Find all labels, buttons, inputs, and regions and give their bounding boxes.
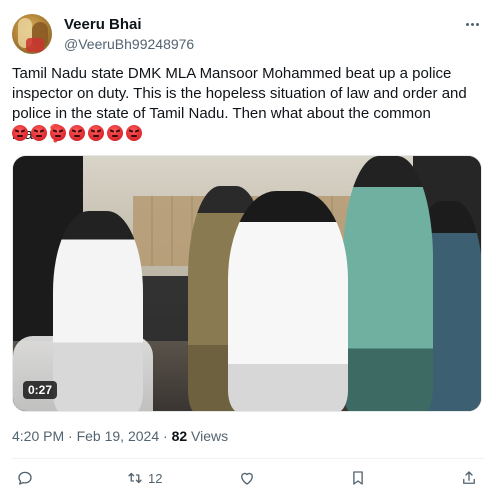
angry-face-emoji: [107, 125, 123, 141]
heart-icon: [241, 472, 253, 485]
repost-button[interactable]: 12: [126, 466, 162, 490]
angry-face-emoji: [88, 125, 104, 141]
reply-icon: [18, 471, 32, 485]
tweet-meta: 4:20 PM · Feb 19, 2024 · 82 Views: [12, 427, 228, 445]
like-button[interactable]: [238, 466, 256, 490]
avatar[interactable]: [12, 14, 52, 54]
angry-face-emoji: [69, 125, 85, 141]
meta-separator-2: ·: [163, 428, 168, 444]
angry-face-emoji: [12, 125, 28, 141]
author-display-name[interactable]: Veeru Bhai: [64, 16, 194, 34]
angry-face-emoji: [50, 125, 66, 141]
tweet-header: Veeru Bhai @VeeruBh99248976: [12, 14, 484, 58]
action-bar: 12: [12, 466, 484, 490]
repost-count: 12: [148, 470, 163, 486]
tweet-time[interactable]: 4:20 PM: [12, 428, 64, 444]
video-thumbnail: [13, 156, 481, 411]
views-label: Views: [191, 428, 229, 444]
tweet-card: Veeru Bhai @VeeruBh99248976 Tamil Nadu s…: [0, 0, 496, 497]
video-player[interactable]: 0:27: [12, 155, 482, 412]
bookmark-button[interactable]: [349, 466, 367, 490]
reply-button[interactable]: [16, 466, 34, 490]
repost-icon: [128, 472, 142, 484]
video-duration-badge: 0:27: [23, 381, 58, 399]
share-icon: [463, 471, 475, 484]
divider: [12, 458, 484, 459]
author-handle[interactable]: @VeeruBh99248976: [64, 35, 194, 53]
emoji-row: [12, 125, 142, 143]
bookmark-icon: [353, 471, 363, 485]
more-options-icon[interactable]: [462, 16, 482, 32]
tweet-date[interactable]: Feb 19, 2024: [77, 428, 160, 444]
angry-face-emoji: [31, 125, 47, 141]
views-count: 82: [171, 428, 188, 444]
angry-face-emoji: [126, 125, 142, 141]
share-button[interactable]: [460, 466, 478, 490]
meta-separator: ·: [68, 428, 73, 444]
author-names: Veeru Bhai @VeeruBh99248976: [64, 16, 194, 53]
